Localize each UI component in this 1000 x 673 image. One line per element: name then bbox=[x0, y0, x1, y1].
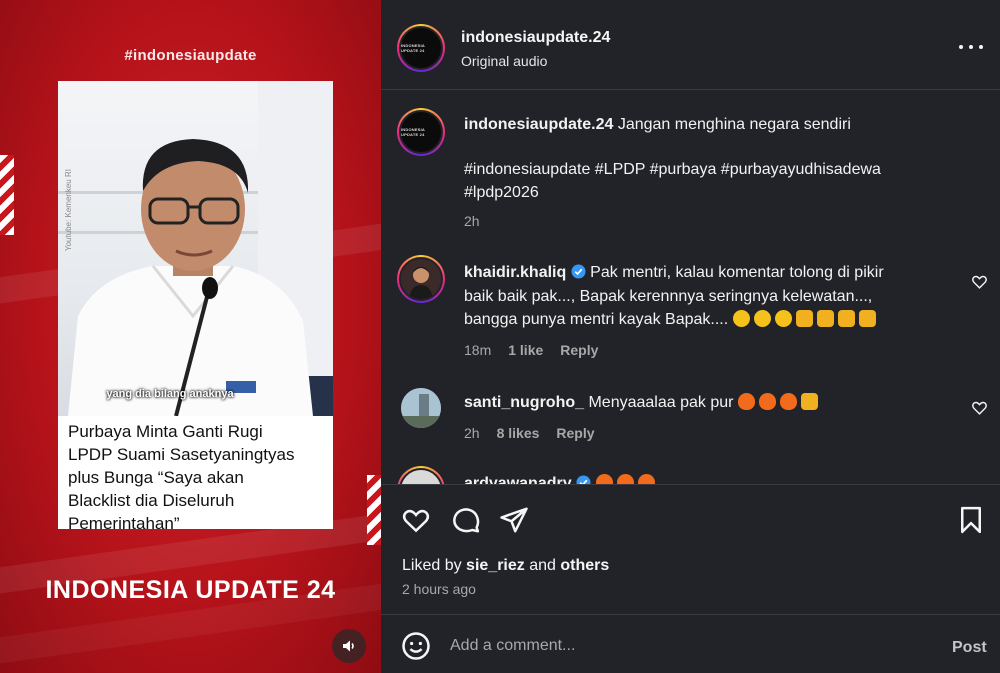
comment-likes[interactable]: 8 likes bbox=[497, 425, 540, 441]
more-horizontal-icon bbox=[959, 45, 963, 49]
speaker-icon bbox=[343, 640, 354, 652]
fire-emoji-icon bbox=[779, 393, 797, 410]
comment-icon[interactable] bbox=[451, 505, 481, 535]
caption-text: Jangan menghina negara sendiri bbox=[617, 116, 851, 133]
add-comment-input[interactable] bbox=[450, 637, 930, 655]
raising-hands-emoji-icon bbox=[800, 393, 818, 410]
audio-toggle-button[interactable] bbox=[332, 629, 366, 663]
post-comment-button[interactable]: Post bbox=[952, 639, 987, 657]
comment-text: Menyaaalaa pak pur bbox=[588, 394, 734, 411]
verified-badge-icon bbox=[576, 475, 591, 484]
comment-text: bangga punya mentri kayak Bapak.... bbox=[464, 311, 729, 328]
caption-time: 2h bbox=[464, 213, 480, 229]
send-icon[interactable] bbox=[499, 505, 529, 535]
original-audio-link[interactable]: Original audio bbox=[461, 53, 547, 69]
post-actions: Liked by sie_riez and others 2 hours ago bbox=[381, 484, 1000, 614]
comment-username[interactable]: khaidir.khaliq bbox=[464, 264, 566, 281]
comment-text: Pak mentri, kalau komentar tolong di pik… bbox=[590, 264, 884, 281]
comment-time: 2h bbox=[464, 425, 480, 441]
star-struck-emoji-icon bbox=[732, 310, 750, 327]
avatar[interactable]: INDONESIA UPDATE 24 bbox=[397, 108, 445, 156]
post-header: INDONESIA UPDATE 24 indonesiaupdate.24 O… bbox=[381, 0, 1000, 90]
post-media[interactable]: #indonesiaupdate Youtube: Kemenkeu RI ya… bbox=[0, 0, 381, 673]
add-comment-bar: Post bbox=[381, 614, 1000, 673]
headline-line: Purbaya Minta Ganti Rugi bbox=[68, 422, 263, 441]
headline-line: Blacklist dia Diseluruh bbox=[68, 491, 235, 510]
video-frame: Youtube: Kemenkeu RI bbox=[58, 81, 333, 416]
fire-emoji-icon bbox=[637, 474, 655, 484]
liked-by-user[interactable]: sie_riez bbox=[466, 557, 525, 574]
comment-time: 18m bbox=[464, 342, 492, 358]
liked-by[interactable]: Liked by sie_riez and others bbox=[402, 557, 609, 575]
star-struck-emoji-icon bbox=[774, 310, 792, 327]
post-time[interactable]: 2 hours ago bbox=[402, 581, 476, 597]
speaker-figure bbox=[58, 81, 333, 416]
fire-emoji-icon bbox=[737, 393, 755, 410]
avatar[interactable]: INDONESIA UPDATE 24 bbox=[397, 24, 445, 72]
fire-emoji-icon bbox=[758, 393, 776, 410]
avatar[interactable] bbox=[397, 466, 445, 484]
comment-username[interactable]: santi_nugroho_ bbox=[464, 394, 584, 411]
caption-hashtags[interactable]: #lpdp2026 bbox=[464, 181, 934, 205]
post-side-panel: INDONESIA UPDATE 24 indonesiaupdate.24 O… bbox=[381, 0, 1000, 673]
header-username[interactable]: indonesiaupdate.24 bbox=[461, 29, 610, 47]
video-watermark: Youtube: Kemenkeu RI bbox=[64, 169, 73, 251]
video-subtitle: yang dia bilang anaknya bbox=[106, 388, 234, 400]
thumbs-up-emoji-icon bbox=[816, 310, 834, 327]
decorative-stripes bbox=[367, 475, 381, 545]
smiley-icon[interactable] bbox=[401, 631, 431, 661]
heart-icon[interactable] bbox=[971, 399, 988, 416]
verified-badge-icon bbox=[571, 264, 586, 279]
caption-username[interactable]: indonesiaupdate.24 bbox=[464, 116, 613, 133]
heart-icon[interactable] bbox=[401, 505, 431, 535]
media-hashtag: #indonesiaupdate bbox=[124, 47, 257, 64]
avatar[interactable] bbox=[401, 388, 441, 428]
comment-text: baik baik pak..., Bapak kerennnya sering… bbox=[464, 287, 873, 305]
headline-line: Pemerintahan” bbox=[68, 514, 180, 533]
bookmark-icon[interactable] bbox=[956, 505, 986, 535]
comment-likes[interactable]: 1 like bbox=[508, 342, 543, 358]
heart-icon[interactable] bbox=[971, 273, 988, 290]
fire-emoji-icon bbox=[595, 474, 613, 484]
headline-line: plus Bunga “Saya akan bbox=[68, 468, 244, 487]
liked-by-others[interactable]: others bbox=[560, 557, 609, 574]
thumbs-up-emoji-icon bbox=[858, 310, 876, 327]
fire-emoji-icon bbox=[616, 474, 634, 484]
reply-button[interactable]: Reply bbox=[556, 425, 594, 441]
media-brand: INDONESIA UPDATE 24 bbox=[45, 576, 336, 604]
thumbs-up-emoji-icon bbox=[795, 310, 813, 327]
avatar-text: INDONESIA UPDATE 24 bbox=[401, 43, 425, 53]
headline-box: Purbaya Minta Ganti Rugi LPDP Suami Sase… bbox=[58, 416, 333, 533]
reply-button[interactable]: Reply bbox=[560, 342, 598, 358]
comment-username[interactable]: ardyawanadry bbox=[464, 475, 572, 484]
headline-line: LPDP Suami Sasetyaningtyas bbox=[68, 445, 295, 464]
star-struck-emoji-icon bbox=[753, 310, 771, 327]
avatar[interactable] bbox=[397, 255, 445, 303]
more-options-button[interactable] bbox=[959, 38, 983, 56]
thumbs-up-emoji-icon bbox=[837, 310, 855, 327]
comments-list[interactable]: INDONESIA UPDATE 24 indonesiaupdate.24 J… bbox=[381, 91, 1000, 484]
decorative-stripes bbox=[0, 155, 14, 235]
caption-hashtags[interactable]: #indonesiaupdate #LPDP #purbaya #purbaya… bbox=[464, 158, 934, 182]
